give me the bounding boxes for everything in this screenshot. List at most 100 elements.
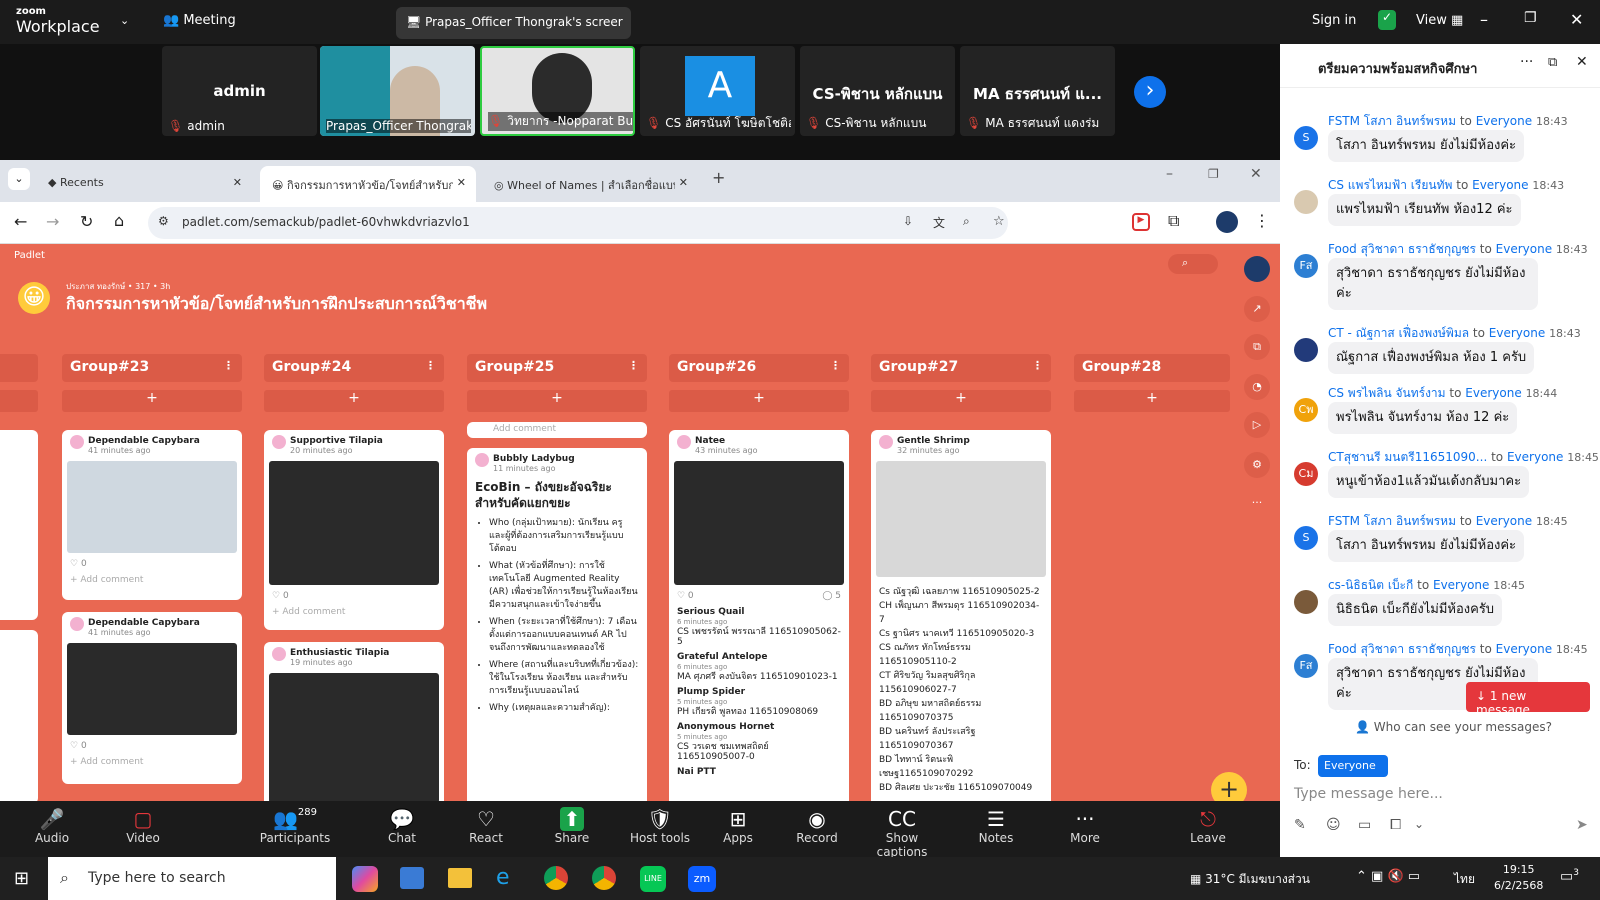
column-menu-icon[interactable]: ⋮ [628,359,639,372]
who-can-see-link[interactable]: 👤 Who can see your messages? [1355,720,1552,734]
like-count[interactable]: ♡ 0 [264,591,444,601]
message-bubble[interactable]: ณัฐกาส เฟื่องพงษ์พิมล ห้อง 1 ครับ [1328,342,1535,374]
tab-recents[interactable]: ◆ Recents ✕ [36,166,252,202]
like-count[interactable]: ♡ 0 ◯ 5 [669,591,849,601]
add-post-button[interactable]: + [871,390,1051,412]
post-image[interactable] [674,461,844,585]
add-post-button[interactable]: + [62,390,242,412]
message-sender[interactable]: CT - ณัฐกาส เฟื่องพงษ์พิมล [1328,326,1469,340]
translate-icon[interactable]: 文 [933,214,945,231]
like-count[interactable]: ♡ 0 [62,559,242,569]
popout-icon[interactable]: ⧉ [1548,55,1557,70]
post-card[interactable]: Add comment [467,422,647,438]
message-bubble[interactable]: พรไพลิน จันทร์งาม ห้อง 12 ค่ะ [1328,402,1518,434]
message-sender[interactable]: cs-นิธิธนิต เบ็ะกี [1328,578,1413,592]
tab-close-icon[interactable]: ✕ [452,176,466,189]
zoom-icon[interactable]: ⌕ [963,214,970,229]
add-post-button[interactable]: + [1074,390,1230,412]
weather[interactable]: ▦ 31°C มีเมฆบางส่วน [1190,870,1310,889]
add-post-fab[interactable]: + [1211,772,1247,801]
zoom-app-icon[interactable]: zm [688,866,716,892]
toolbar-notes-button[interactable]: ☰ Notes [956,807,1036,845]
minimize-icon[interactable]: – [1480,10,1488,29]
bookmark-star-icon[interactable]: ☆ [993,214,1005,229]
message-bubble[interactable]: สุวิชาดา ธราธัชกุญชร ยังไม่มีห้องค่ะ [1328,258,1538,310]
recipient-select[interactable]: Everyone ⌄ [1318,755,1388,785]
send-icon[interactable]: ➤ [1576,817,1588,833]
add-comment-input[interactable]: Add comment [467,422,647,436]
add-post-button[interactable]: + [467,390,647,412]
chrome-icon[interactable] [592,866,616,890]
close-icon[interactable]: ✕ [1576,54,1588,70]
tab-wheel-of-names[interactable]: ◎ Wheel of Names | สำเลือกชื่อแบบ ✕ [482,166,698,202]
tab-padlet[interactable]: 😀 กิจกรรมการหาหัวข้อ/โจทย์สำหรับกา ✕ [260,166,476,202]
share-icon[interactable]: ↗ [1244,296,1270,322]
remake-icon[interactable]: ⧉ [1244,334,1270,360]
bell-icon[interactable]: ◔ [1244,374,1270,400]
add-comment-input[interactable]: + Add comment [62,751,242,773]
chat-input[interactable]: Type message here... [1294,786,1584,802]
home-icon[interactable]: ⌂ [114,211,124,230]
toolbar-react-button[interactable]: ♡ React [446,807,526,845]
message-sender[interactable]: CS พรไพลิน จันทร์งาม [1328,386,1446,400]
toolbar-record-button[interactable]: ◉ Record [777,807,857,845]
chevron-down-icon[interactable]: ⌄ [120,14,129,27]
install-icon[interactable]: ⇩ [903,214,913,228]
video-tile[interactable]: admin 🎙 admin [162,46,317,136]
file-explorer-icon[interactable] [448,868,472,888]
toolbar-leave-button[interactable]: ⎋ Leave [1168,807,1248,845]
taskbar-search[interactable]: ⌕ Type here to search [48,857,336,900]
tray-icons[interactable]: ⌃ ▣ 🔇 ▭ [1356,869,1420,884]
toolbar-audio-button[interactable]: 🎤 Audio [12,807,92,845]
more-icon[interactable]: ··· [1520,54,1533,70]
close-icon[interactable]: ✕ [1570,10,1583,29]
toolbar-chat-button[interactable]: 💬 Chat [362,807,442,845]
column-menu-icon[interactable]: ⋮ [425,359,436,372]
shield-check-icon[interactable]: ✓ [1378,10,1396,30]
message-sender[interactable]: CS แพรไหมฟ้า เรียนทัพ [1328,178,1452,192]
next-page-arrow-icon[interactable]: › [1134,76,1166,108]
add-post-button[interactable]: + [669,390,849,412]
new-message-button[interactable]: ↓ 1 new message [1466,682,1590,717]
card[interactable] [0,430,38,620]
message-bubble[interactable]: แพรไหมฟ้า เรียนทัพ ห้อง12 ค่ะ [1328,194,1521,226]
file-icon[interactable]: ▭ [1358,817,1371,833]
post-image[interactable] [67,461,237,553]
new-tab-icon[interactable]: + [712,168,725,187]
post-card[interactable]: Natee 43 minutes ago ♡ 0 ◯ 5 Serious Qua… [669,430,849,801]
card[interactable] [0,630,38,801]
message-sender[interactable]: FSTM โสภา อินทร์พรหม [1328,514,1456,528]
message-bubble[interactable]: โสภา อินทร์พรหม ยังไม่มีห้องค่ะ [1328,130,1525,162]
notification-icon[interactable]: ▭3 [1560,868,1579,885]
forward-icon[interactable]: → [46,212,59,231]
column-menu-icon[interactable]: ⋮ [1032,359,1043,372]
screenshot-icon[interactable]: ⧠ [1390,817,1401,833]
site-info-icon[interactable]: ⚙ [158,214,169,228]
restore-icon[interactable]: ❐ [1208,167,1219,181]
post-image[interactable] [67,643,237,735]
edge-icon[interactable]: e [496,865,510,890]
share-indicator[interactable]: 🖥 Prapas_Officer Thongrak's screer [396,7,631,39]
url-input[interactable]: ⚙ padlet.com/semackub/padlet-60vhwkdvriaz… [148,207,1008,239]
video-tile[interactable]: MA ธรรศนนท์ แ... 🎙 MA ธรรศนนท์ แดงร่ม [960,46,1115,136]
minimize-icon[interactable]: – [1166,166,1173,182]
profile-avatar[interactable] [1216,211,1238,233]
avatar[interactable] [1244,256,1270,282]
taskview-icon[interactable] [400,867,424,889]
chevron-down-icon[interactable]: ⌄ [1414,817,1424,831]
toolbar-participants-button[interactable]: 👥289 Participants [255,807,335,845]
meeting-button[interactable]: 👥 Meeting [163,13,236,28]
reload-icon[interactable]: ↻ [80,212,93,231]
toolbar-host-tools-button[interactable]: 🛡 Host tools [620,807,700,845]
search-icon[interactable]: ⌕ [1168,254,1218,274]
post-card[interactable]: Bubbly Ladybug 11 minutes ago EcoBin – ถ… [467,448,647,801]
post-card[interactable]: Gentle Shrimp 32 minutes ago Cs ณัฐวุฒิ … [871,430,1051,801]
video-tile[interactable]: Prapas_Officer Thongrak [320,46,475,136]
prev-column-add[interactable] [0,390,38,412]
message-sender[interactable]: Food สุวิชาดา ธราธัชกุญชร [1328,242,1476,256]
toolbar-apps-button[interactable]: ⊞ Apps [698,807,778,845]
windows-start-icon[interactable]: ⊞ [14,868,29,889]
message-bubble[interactable]: หนูเข้าห้อง1แล้วมันเด้งกลับมาคะ [1328,466,1530,498]
post-image[interactable] [269,461,439,585]
kebab-menu-icon[interactable]: ⋮ [1254,211,1270,230]
